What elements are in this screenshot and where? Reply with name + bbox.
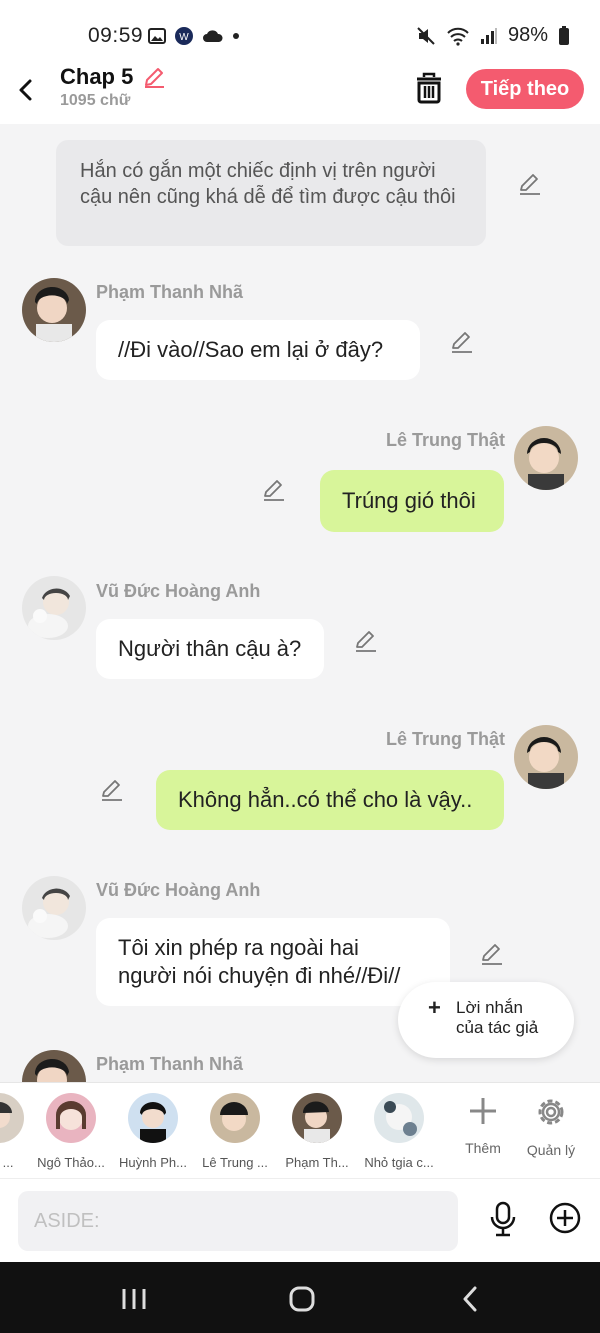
character-name: Ngô Thảo... <box>37 1155 105 1170</box>
edit-pencil-icon[interactable] <box>354 629 378 653</box>
character-avatar <box>0 1093 24 1143</box>
chat-area[interactable]: Hắn có gắn một chiếc định vị trên người … <box>0 124 600 1082</box>
sender-name: Lê Trung Thật <box>386 430 505 450</box>
character-avatar <box>292 1093 342 1143</box>
character-name: Nhỏ tgia c... <box>364 1155 434 1170</box>
character-avatar <box>210 1093 260 1143</box>
battery-icon <box>559 25 569 45</box>
character-avatar <box>128 1093 178 1143</box>
microphone-icon <box>490 1201 516 1237</box>
character-avatar <box>46 1093 96 1143</box>
edit-pencil-icon[interactable] <box>518 172 542 196</box>
battery-percent: 98% <box>507 24 548 46</box>
edit-title-icon[interactable] <box>142 65 166 89</box>
next-button[interactable]: Tiếp theo <box>466 69 584 109</box>
sender-name: Vũ Đức Hoàng Anh <box>96 880 261 900</box>
add-character-button[interactable]: Thêm <box>448 1095 518 1156</box>
status-time: 09:59 <box>88 24 144 47</box>
message-bubble[interactable]: Tôi xin phép ra ngoài hai người nói chuy… <box>96 918 450 1006</box>
gallery-icon <box>148 28 166 44</box>
sender-name: Lê Trung Thật <box>386 729 505 749</box>
character-bar: Lê ... Ngô Thảo... Huỳnh Ph... Lê Trung … <box>0 1082 600 1178</box>
gear-icon <box>538 1099 564 1125</box>
add-label: Thêm <box>465 1140 501 1156</box>
system-navigation-bar <box>0 1262 600 1333</box>
plus-icon <box>470 1098 496 1124</box>
input-bar <box>0 1178 600 1262</box>
avatar-le-trung-that[interactable] <box>514 725 578 789</box>
edit-pencil-icon[interactable] <box>480 942 504 966</box>
character-name: Phạm Th... <box>285 1155 349 1170</box>
sender-name: Phạm Thanh Nhã <box>96 282 244 302</box>
manage-label: Quản lý <box>526 1142 576 1158</box>
svg-text:W: W <box>179 32 189 43</box>
app-logo-icon: W <box>175 27 193 45</box>
back-nav-icon <box>463 1286 477 1312</box>
back-button[interactable] <box>12 72 38 108</box>
manage-button[interactable]: Quản lý <box>516 1095 586 1158</box>
aside-input[interactable] <box>18 1191 458 1251</box>
status-system-icons: 98% <box>416 24 570 47</box>
add-attachment-button[interactable] <box>548 1201 582 1235</box>
back-nav-button[interactable] <box>450 1284 490 1314</box>
edit-pencil-icon[interactable] <box>100 778 124 802</box>
edit-pencil-icon[interactable] <box>262 478 286 502</box>
avatar-vu-duc-hoang-anh[interactable] <box>22 576 86 640</box>
chapter-header: Chap 5 1095 chữ Tiếp theo <box>0 62 600 124</box>
sender-name: Phạm Thanh Nhã <box>96 1054 244 1074</box>
recent-apps-icon <box>122 1289 146 1309</box>
message-line: Tôi xin phép ra ngoài hai <box>118 935 359 960</box>
message-bubble[interactable]: Trúng gió thôi <box>320 470 504 532</box>
wifi-icon <box>447 27 469 46</box>
character-avatar <box>374 1093 424 1143</box>
character-name: Huỳnh Ph... <box>119 1155 187 1170</box>
character-item[interactable]: Phạm Th... <box>276 1093 358 1170</box>
narration-bubble[interactable]: Hắn có gắn một chiếc định vị trên người … <box>56 140 486 246</box>
plus-icon: + <box>428 995 441 1020</box>
recent-apps-button[interactable] <box>114 1284 154 1314</box>
avatar-le-trung-that[interactable] <box>514 426 578 490</box>
chapter-title: Chap 5 <box>60 64 134 89</box>
trash-icon <box>417 72 441 104</box>
character-name: Lê Trung ... <box>202 1155 268 1170</box>
message-bubble[interactable]: Người thân cậu à? <box>96 619 324 679</box>
chevron-left-icon <box>19 79 32 101</box>
signal-icon <box>480 27 497 44</box>
message-bubble[interactable]: Không hẳn..có thể cho là vậy.. <box>156 770 504 830</box>
word-count: 1095 chữ <box>60 92 131 109</box>
status-notification-icons: W <box>148 26 240 46</box>
sender-name: Vũ Đức Hoàng Anh <box>96 581 261 601</box>
title-block: Chap 5 1095 chữ <box>60 64 166 110</box>
author-note-label-2: của tác giả <box>456 1018 539 1037</box>
plus-circle-icon <box>549 1202 581 1234</box>
microphone-button[interactable] <box>488 1201 518 1239</box>
message-bubble[interactable]: //Đi vào//Sao em lại ở đây? <box>96 320 420 380</box>
character-item[interactable]: Lê Trung ... <box>194 1093 276 1170</box>
message-line: người nói chuyện đi nhé//Đi// <box>118 963 401 988</box>
mute-icon <box>417 26 435 45</box>
home-icon <box>289 1286 315 1312</box>
avatar-pham-thanh-nha[interactable] <box>22 1050 86 1082</box>
avatar-vu-duc-hoang-anh[interactable] <box>22 876 86 940</box>
avatar-pham-thanh-nha[interactable] <box>22 278 86 342</box>
character-item[interactable]: Ngô Thảo... <box>30 1093 112 1170</box>
delete-chapter-button[interactable] <box>414 72 446 106</box>
cloud-icon <box>203 30 223 42</box>
dot-icon <box>233 33 239 39</box>
author-note-label-1: Lời nhắn <box>456 998 523 1017</box>
character-item[interactable]: Nhỏ tgia c... <box>358 1093 440 1170</box>
edit-pencil-icon[interactable] <box>450 330 474 354</box>
status-bar: 09:59 W 98% <box>0 0 600 62</box>
home-button[interactable] <box>282 1284 322 1314</box>
author-note-button[interactable]: + Lời nhắn của tác giả <box>398 982 574 1058</box>
character-item[interactable]: Huỳnh Ph... <box>112 1093 194 1170</box>
